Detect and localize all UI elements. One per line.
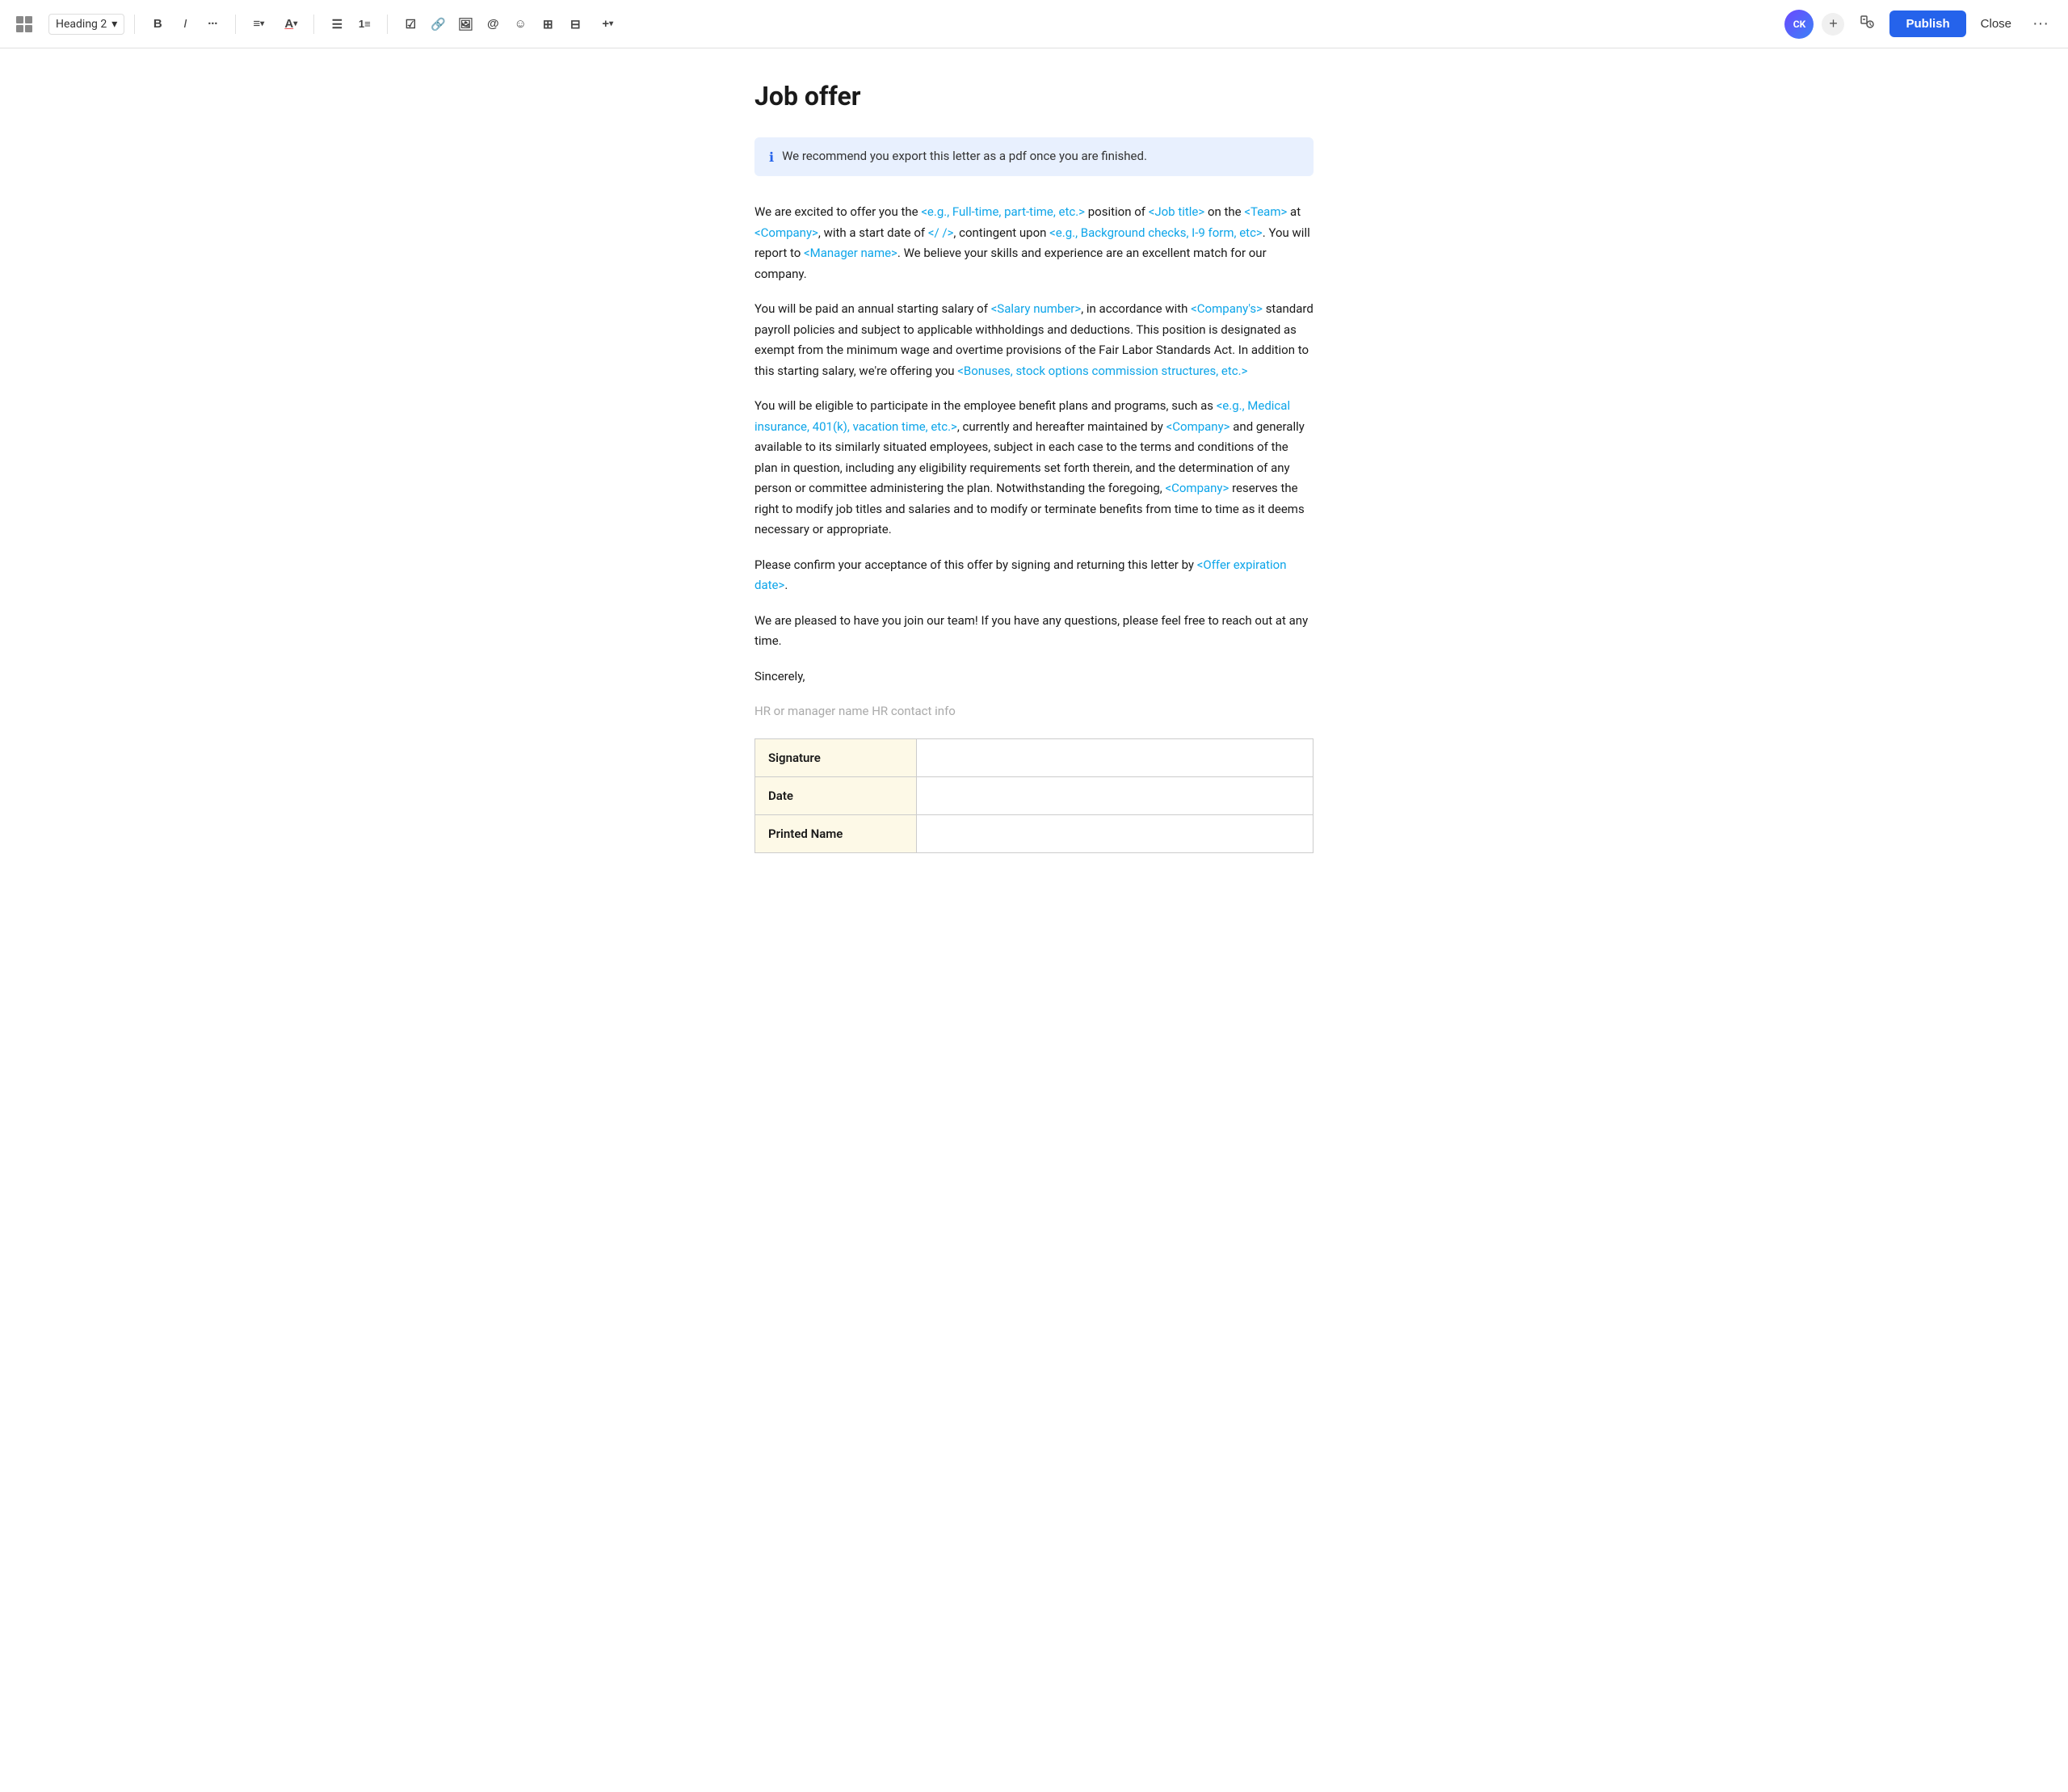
document-body: We are excited to offer you the <e.g., F… [754,202,1314,853]
divider-4 [387,15,388,34]
placeholder-company-1: <Company> [754,225,818,240]
link-button[interactable]: 🔗 [425,11,451,37]
toolbar-right: CK + Publish Close ··· [1784,10,2055,39]
document-content: Job offer ℹ We recommend you export this… [735,48,1333,918]
insert-buttons: ☑ 🔗 🖼 @ ☺ ⊞ ⊟ [397,11,588,37]
mention-icon: @ [487,17,499,31]
placeholder-team: <Team> [1244,204,1287,219]
hr-placeholder: HR or manager name HR contact info [754,704,956,718]
add-icon: + [1829,15,1838,32]
bullet-list-button[interactable]: ☰ [324,11,350,37]
info-message: We recommend you export this letter as a… [782,149,1147,163]
font-color-icon: A [284,17,293,31]
history-button[interactable] [1852,10,1881,39]
paragraph-5: We are pleased to have you join our team… [754,611,1314,652]
chevron-down-icon: ▾ [111,18,117,31]
mention-button[interactable]: @ [480,11,506,37]
more-format-button[interactable]: ··· [200,11,225,37]
image-icon: 🖼 [458,17,473,32]
signature-label: Signature [755,738,917,776]
columns-icon: ⊟ [570,17,581,32]
signature-value [917,738,1314,776]
paragraph-4: Please confirm your acceptance of this o… [754,555,1314,596]
signature-table: Signature Date Printed Name [754,738,1314,853]
heading-label: Heading 2 [56,18,107,31]
placeholder-company-3: <Company> [1166,419,1230,434]
avatar: CK [1784,10,1814,39]
table-row-printed-name: Printed Name [755,814,1314,852]
checklist-icon: ☑ [406,17,416,32]
more-options-icon: ··· [2032,15,2049,32]
placeholder-bonuses: <Bonuses, stock options commission struc… [957,364,1247,378]
font-color-button[interactable]: A ▾ [278,11,304,37]
columns-button[interactable]: ⊟ [562,11,588,37]
divider-2 [235,15,236,34]
plus-icon: + [602,17,609,31]
printed-name-value [917,814,1314,852]
close-button[interactable]: Close [1974,14,2018,34]
placeholder-job-title: <Job title> [1149,204,1205,219]
divider-3 [313,15,314,34]
bullet-list-icon: ☰ [332,17,343,32]
table-row-signature: Signature [755,738,1314,776]
font-color-chevron-icon: ▾ [293,19,297,28]
format-buttons: B I ··· [145,11,225,37]
toolbar: Heading 2 ▾ B I ··· ≡ ▾ A ▾ ☰ 1≡ ☑ 🔗 [0,0,2068,48]
align-chevron-icon: ▾ [260,19,264,28]
numbered-list-icon: 1≡ [359,18,371,30]
placeholder-company-4: <Company> [1165,481,1229,495]
date-label: Date [755,776,917,814]
placeholder-company-2: <Company's> [1191,301,1263,316]
divider-1 [134,15,135,34]
placeholder-expiration-date: <Offer expiration date> [754,557,1287,593]
italic-button[interactable]: I [172,11,198,37]
placeholder-start-date: </ /> [928,225,954,240]
printed-name-label: Printed Name [755,814,917,852]
paragraph-2: You will be paid an annual starting sala… [754,299,1314,381]
paragraph-1: We are excited to offer you the <e.g., F… [754,202,1314,284]
emoji-button[interactable]: ☺ [507,11,533,37]
bold-button[interactable]: B [145,11,170,37]
align-button[interactable]: ≡ ▾ [246,11,271,37]
placeholder-manager: <Manager name> [804,246,897,260]
emoji-icon: ☺ [515,17,527,31]
image-button[interactable]: 🖼 [452,11,478,37]
avatar-initials: CK [1793,19,1805,30]
date-value [917,776,1314,814]
placeholder-position: <e.g., Full-time, part-time, etc.> [921,204,1085,219]
paragraph-sincerely: Sincerely, [754,667,1314,688]
table-icon: ⊞ [543,17,553,32]
list-buttons: ☰ 1≡ [324,11,377,37]
publish-button[interactable]: Publish [1889,11,1965,37]
add-collaborator-button[interactable]: + [1822,13,1844,36]
link-icon: 🔗 [431,17,446,32]
app-logo [13,13,36,36]
plus-chevron-icon: ▾ [609,19,613,28]
paragraph-placeholder-gray: HR or manager name HR contact info [754,701,1314,722]
document-title: Job offer [754,81,1314,111]
paragraph-3: You will be eligible to participate in t… [754,396,1314,541]
numbered-list-button[interactable]: 1≡ [351,11,377,37]
heading-selector[interactable]: Heading 2 ▾ [48,14,124,35]
more-options-button[interactable]: ··· [2026,11,2055,36]
info-icon: ℹ [769,149,774,165]
checklist-button[interactable]: ☑ [397,11,423,37]
placeholder-contingent: <e.g., Background checks, I-9 form, etc> [1049,225,1263,240]
history-icon [1859,14,1875,34]
placeholder-salary: <Salary number> [991,301,1082,316]
info-box: ℹ We recommend you export this letter as… [754,137,1314,176]
insert-more-button[interactable]: + ▾ [595,11,620,37]
table-row-date: Date [755,776,1314,814]
table-button[interactable]: ⊞ [535,11,561,37]
align-icon: ≡ [253,17,260,31]
